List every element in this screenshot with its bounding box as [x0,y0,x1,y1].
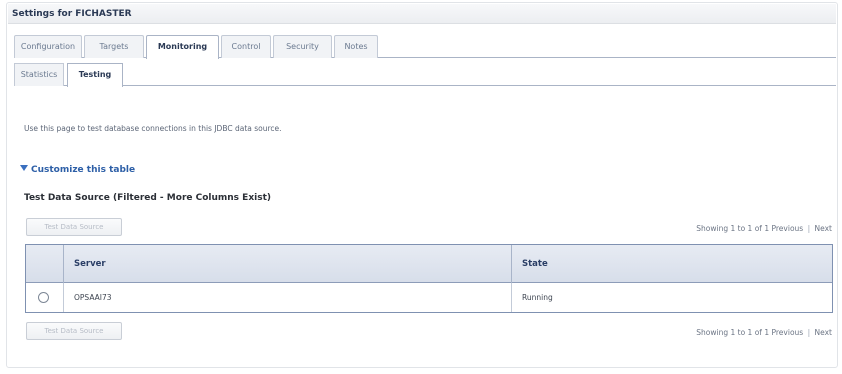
select-column-header [26,245,64,283]
tab-configuration[interactable]: Configuration [14,35,82,58]
row-select-cell [26,283,64,312]
tab-monitoring[interactable]: Monitoring [146,35,219,59]
title-bar: Settings for FICHASTER [8,4,836,24]
tab-notes[interactable]: Notes [334,35,378,58]
customize-table-link[interactable]: Customize this table [20,165,135,175]
previous-link-bottom[interactable]: Previous [772,328,804,337]
expand-triangle-icon [20,165,28,171]
table-header-row: Server State [26,245,832,283]
table-row: OPSAAI73 Running [26,283,832,312]
intro-text: Use this page to test database connectio… [24,124,282,133]
server-value: OPSAAI73 [74,293,112,302]
tab-control[interactable]: Control [221,35,271,58]
test-data-source-button[interactable]: Test Data Source [26,218,122,236]
next-link-bottom[interactable]: Next [815,328,832,337]
customize-table-label: Customize this table [31,165,136,175]
pagination-top: Showing 1 to 1 of 1 Previous | Next [696,224,832,233]
test-data-source-button-bottom[interactable]: Test Data Source [26,322,122,340]
tab-statistics[interactable]: Statistics [14,63,64,86]
next-link[interactable]: Next [815,224,832,233]
page-title: Settings for FICHASTER [12,9,132,19]
tab-security[interactable]: Security [273,35,332,58]
server-cell: OPSAAI73 [64,283,512,312]
state-header-label: State [522,259,548,269]
pagination-summary: Showing 1 to 1 of 1 [696,224,770,233]
tab-testing[interactable]: Testing [67,63,123,87]
row-select-radio[interactable] [38,292,49,303]
pagination-bottom: Showing 1 to 1 of 1 Previous | Next [696,328,832,337]
pagination-summary-bottom: Showing 1 to 1 of 1 [696,328,770,337]
table-section-title: Test Data Source (Filtered - More Column… [24,193,271,203]
pagination-separator: | [807,224,811,233]
sub-tab-bar: Statistics Testing [14,63,836,87]
server-header-label: Server [74,259,106,269]
state-cell: Running [512,283,832,312]
main-tab-bar: Configuration Targets Monitoring Control… [14,35,836,59]
state-value: Running [522,293,553,302]
previous-link[interactable]: Previous [772,224,804,233]
data-source-table: Server State OPSAAI73 Running [25,244,833,313]
state-column-header[interactable]: State [512,245,832,283]
server-column-header[interactable]: Server [64,245,512,283]
pagination-separator-bottom: | [807,328,811,337]
tab-targets[interactable]: Targets [84,35,144,58]
